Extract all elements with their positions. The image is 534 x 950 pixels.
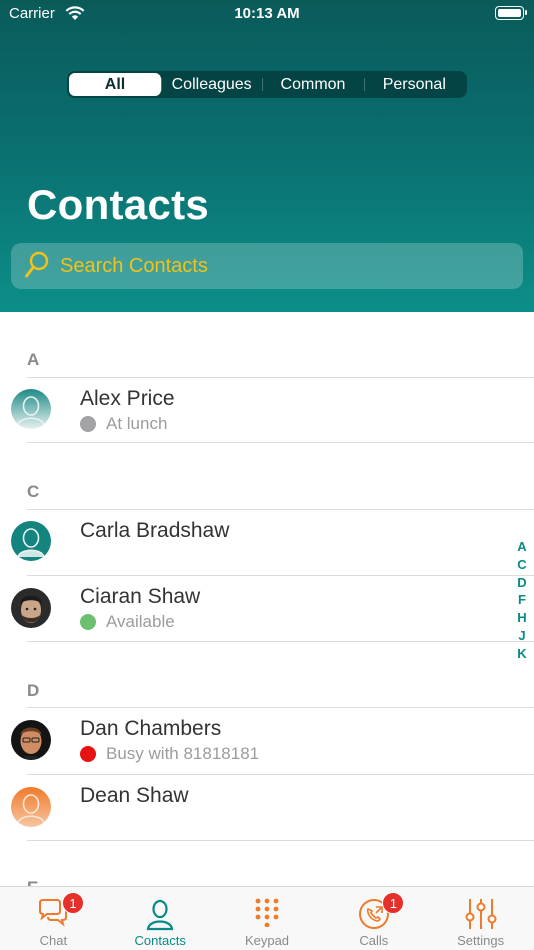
tab-settings[interactable]: Settings: [427, 887, 534, 950]
contact-row-carla-bradshaw[interactable]: Carla Bradshaw: [0, 509, 534, 575]
index-letter-d[interactable]: D: [516, 574, 528, 592]
contacts-icon: [146, 899, 174, 931]
calls-badge: 1: [382, 892, 405, 914]
chat-badge: 1: [62, 892, 84, 914]
contact-row-ciaran-shaw[interactable]: Ciaran Shaw Available: [0, 575, 534, 642]
index-letter-c[interactable]: C: [516, 556, 528, 574]
contact-name: Dean Shaw: [80, 784, 189, 807]
tab-chat[interactable]: 1 Chat: [0, 887, 107, 950]
avatar: [11, 787, 51, 827]
status-text: At lunch: [106, 414, 168, 433]
index-letter-k[interactable]: K: [516, 645, 528, 663]
contact-name: Alex Price: [80, 387, 175, 410]
clock: 10:13 AM: [234, 5, 300, 22]
battery-icon: [495, 6, 527, 20]
contact-row-dan-chambers[interactable]: Dan Chambers Busy with 81818181: [0, 707, 534, 773]
search-bar[interactable]: Search Contacts: [11, 243, 523, 289]
contact-status: At lunch: [80, 414, 167, 434]
tab-label: Keypad: [244, 933, 290, 948]
section-header-c: C: [27, 482, 40, 501]
tab-bar: 1 Chat Contacts Keypad 1 Calls Settings: [0, 886, 534, 950]
tab-label: Chat: [39, 933, 68, 948]
index-letter-f[interactable]: F: [516, 591, 528, 609]
tab-label: Calls: [359, 933, 389, 948]
presence-dot: [80, 614, 96, 630]
settings-icon: [465, 899, 497, 929]
contact-name: Ciaran Shaw: [80, 585, 201, 608]
tab-keypad[interactable]: Keypad: [214, 887, 321, 950]
index-letter-j[interactable]: J: [516, 627, 528, 645]
filter-tab-all[interactable]: All: [69, 73, 161, 96]
section-index[interactable]: A C D F H J K: [516, 538, 528, 663]
contact-filter-control: All Colleagues Common Personal: [67, 71, 467, 98]
section-header-e: E: [27, 878, 38, 886]
keypad-icon: [255, 898, 279, 927]
contact-name: Dan Chambers: [80, 717, 222, 740]
tab-label: Settings: [457, 933, 505, 948]
status-text: Busy with 81818181: [106, 744, 260, 763]
section-header-a: A: [27, 350, 40, 369]
presence-dot: [80, 416, 96, 432]
avatar: [11, 521, 51, 561]
contact-status: Available: [80, 612, 175, 632]
contact-status: Busy with 81818181: [80, 744, 259, 764]
index-letter-a[interactable]: A: [516, 538, 528, 556]
tab-label: Contacts: [134, 933, 186, 948]
avatar: [11, 389, 51, 429]
avatar-photo: [11, 588, 51, 628]
page-title: Contacts: [27, 181, 210, 228]
contact-row-dean-shaw[interactable]: Dean Shaw: [0, 774, 534, 841]
status-text: Available: [106, 612, 175, 631]
presence-dot: [80, 746, 96, 762]
tab-contacts[interactable]: Contacts: [107, 887, 214, 950]
filter-tab-colleagues[interactable]: Colleagues: [161, 73, 262, 96]
avatar-photo: [11, 720, 51, 760]
filter-tab-common[interactable]: Common: [262, 73, 363, 96]
contact-name: Carla Bradshaw: [80, 519, 230, 542]
contacts-header: Carrier 10:13 AM All Colleagues Common P…: [0, 0, 534, 312]
status-bar: Carrier 10:13 AM: [0, 0, 534, 30]
contact-row-alex-price[interactable]: Alex Price At lunch: [0, 377, 534, 443]
tab-calls[interactable]: 1 Calls: [320, 887, 427, 950]
search-input[interactable]: Search Contacts: [60, 255, 208, 278]
filter-tab-personal[interactable]: Personal: [363, 73, 465, 96]
search-icon: [25, 251, 49, 278]
section-header-d: D: [27, 681, 40, 700]
index-letter-h[interactable]: H: [516, 609, 528, 627]
contacts-list[interactable]: A Alex Price At lunch C Carla Bradshaw C…: [0, 312, 534, 886]
